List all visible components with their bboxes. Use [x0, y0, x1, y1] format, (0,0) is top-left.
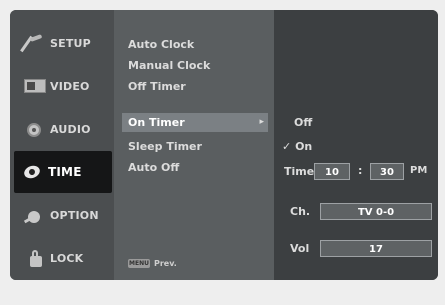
menu-item-label: Auto Clock: [128, 38, 195, 51]
tab-audio[interactable]: AUDIO: [16, 108, 112, 150]
menu-key-icon: MENU: [128, 259, 150, 268]
time-colon: :: [358, 164, 363, 177]
time-label: Time: [284, 165, 315, 178]
volume-field[interactable]: 17: [320, 240, 432, 257]
menu-item-label: Manual Clock: [128, 59, 211, 72]
tab-option[interactable]: OPTION: [16, 194, 112, 236]
option-on-label: On: [295, 140, 313, 153]
menu-item-label: Off Timer: [128, 80, 186, 93]
check-icon: ✓: [282, 140, 292, 153]
tab-time[interactable]: TIME: [14, 151, 112, 193]
option-off[interactable]: Off: [294, 116, 312, 129]
menu-item-label: Sleep Timer: [128, 140, 202, 153]
tab-setup-label: SETUP: [50, 36, 91, 50]
on-timer-panel: Off ✓ On Time 10 : 30 PM Ch. TV 0-0 Vol …: [274, 10, 438, 280]
option-icon: [22, 205, 48, 225]
prev-hint: MENU Prev.: [128, 259, 177, 268]
minute-field[interactable]: 30: [370, 163, 404, 180]
menu-item-on-timer[interactable]: On Timer ▸: [122, 113, 268, 132]
tab-time-label: TIME: [48, 165, 82, 179]
channel-field[interactable]: TV 0-0: [320, 203, 432, 220]
category-tabs: SETUP VIDEO AUDIO TIME OPTION LOCK: [10, 10, 114, 280]
hour-field[interactable]: 10: [314, 163, 350, 180]
option-on[interactable]: ✓ On: [282, 140, 312, 153]
time-menu: Auto Clock Manual Clock Off Timer On Tim…: [114, 10, 274, 280]
prev-label: Prev.: [154, 259, 177, 268]
tv-osd-menu: SETUP VIDEO AUDIO TIME OPTION LOCK Auto …: [10, 10, 438, 280]
lock-icon: [22, 248, 48, 268]
menu-item-label: On Timer: [128, 116, 185, 129]
tab-audio-label: AUDIO: [50, 122, 91, 136]
menu-item-sleep-timer[interactable]: Sleep Timer: [122, 137, 268, 156]
menu-item-manual-clock[interactable]: Manual Clock: [122, 56, 268, 75]
submenu-arrow-icon: ▸: [259, 117, 264, 127]
tab-option-label: OPTION: [50, 208, 99, 222]
menu-item-auto-clock[interactable]: Auto Clock: [122, 35, 268, 54]
clock-icon: [20, 162, 46, 182]
monitor-icon: [22, 76, 48, 96]
tab-video[interactable]: VIDEO: [16, 65, 112, 107]
wrench-icon: [20, 33, 48, 53]
tab-lock[interactable]: LOCK: [16, 237, 112, 279]
tab-setup[interactable]: SETUP: [16, 22, 112, 64]
ampm-label[interactable]: PM: [410, 165, 427, 176]
menu-item-off-timer[interactable]: Off Timer: [122, 77, 268, 96]
channel-label: Ch.: [290, 205, 311, 218]
tab-lock-label: LOCK: [50, 251, 84, 265]
speaker-icon: [22, 119, 48, 139]
tab-video-label: VIDEO: [50, 79, 90, 93]
volume-label: Vol: [290, 242, 310, 255]
menu-item-auto-off[interactable]: Auto Off: [122, 158, 268, 177]
menu-item-label: Auto Off: [128, 161, 180, 174]
